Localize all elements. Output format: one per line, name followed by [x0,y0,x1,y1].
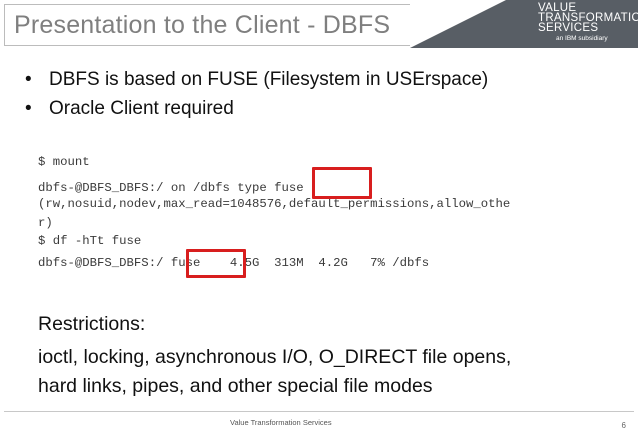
slide: Presentation to the Client - DBFS VALUE … [0,0,638,442]
code-line: $ df -hTt fuse [38,234,142,248]
code-line: dbfs-@DBFS_DBFS:/ on /dbfs type fuse [38,181,304,195]
restrictions-line: ioctl, locking, asynchronous I/O, O_DIRE… [38,346,512,368]
bullet-dot: • [25,98,32,119]
bullet-item: • Oracle Client required [25,94,488,123]
restrictions-heading: Restrictions: [38,313,146,335]
brand-bevel [410,0,506,48]
bullet-text: DBFS is based on FUSE (Filesystem in USE… [49,69,489,90]
brand-text: VALUE TRANSFORMATION SERVICES an IBM sub… [538,2,638,43]
footer-divider [4,411,634,412]
slide-title: Presentation to the Client - DBFS [14,11,391,39]
bullet-dot: • [25,69,32,90]
fuse-highlight-box [186,249,246,278]
brand-logo: VALUE TRANSFORMATION SERVICES an IBM sub… [410,0,638,48]
bullet-item: • DBFS is based on FUSE (Filesystem in US… [25,65,488,94]
page-number: 6 [621,421,626,430]
footer-text: Value Transformation Services [230,418,332,427]
fuse-highlight-box [312,167,372,199]
code-line: (rw,nosuid,nodev,max_read=1048576,defaul… [38,197,511,211]
title-bar: Presentation to the Client - DBFS [4,4,411,46]
code-line: r) [38,216,53,230]
code-line: $ mount [38,155,90,169]
brand-tagline: an IBM subsidiary [556,35,608,42]
bullet-text: Oracle Client required [49,98,234,119]
brand-line-3: SERVICES [538,22,599,34]
bullet-list: • DBFS is based on FUSE (Filesystem in US… [25,65,488,123]
restrictions-line: hard links, pipes, and other special fil… [38,375,433,397]
